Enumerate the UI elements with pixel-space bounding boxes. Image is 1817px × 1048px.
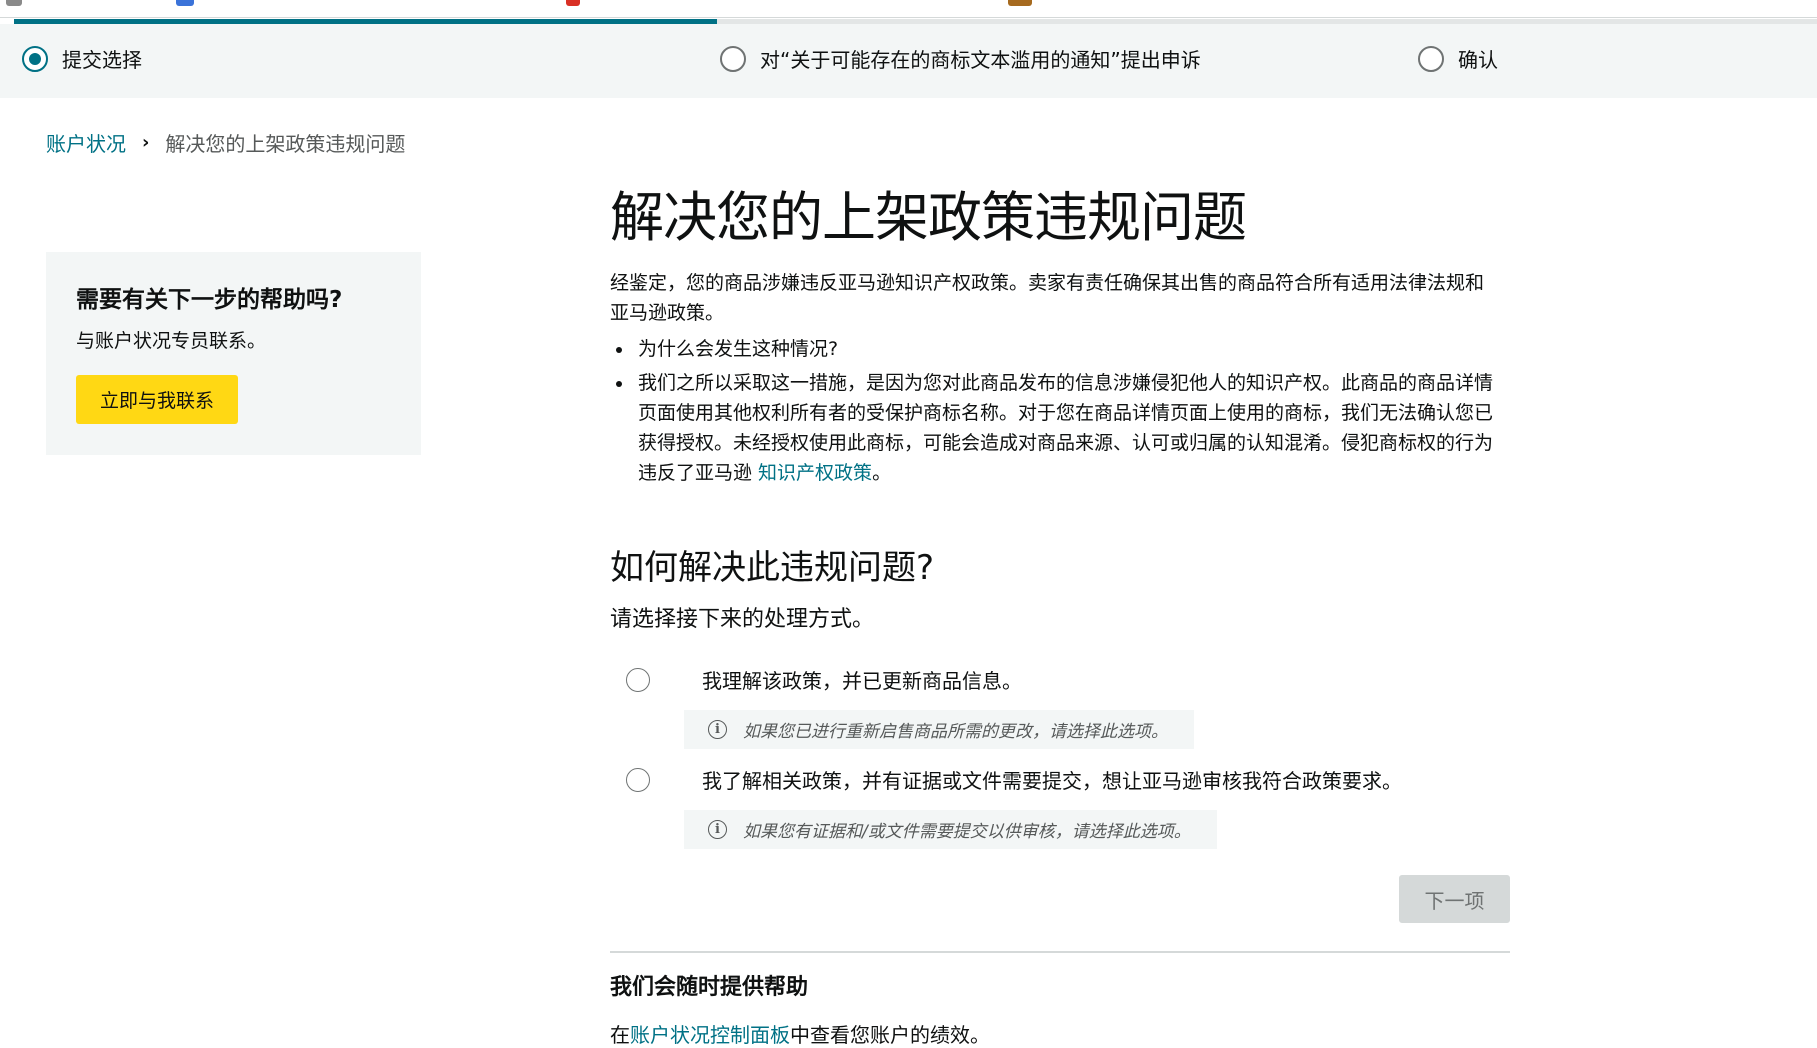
option-label[interactable]: 我理解该政策，并已更新商品信息。: [702, 665, 1022, 694]
why-question: 为什么会发生这种情况?: [638, 338, 839, 360]
step-label: 确认: [1458, 48, 1498, 72]
page-title: 解决您的上架政策违规问题: [610, 186, 1247, 249]
step-appeal: 对“关于可能存在的商标文本滥用的通知”提出申诉: [720, 44, 1201, 73]
radio-button[interactable]: [626, 767, 650, 792]
contact-me-button[interactable]: 立即与我联系: [76, 375, 239, 424]
option-label[interactable]: 我了解相关政策，并有证据或文件需要提交，想让亚马逊审核我符合政策要求。: [702, 765, 1402, 794]
step-label: 对“关于可能存在的商标文本滥用的通知”提出申诉: [760, 48, 1201, 72]
help-title: 需要有关下一步的帮助吗?: [76, 287, 343, 313]
browser-tab-strip: [0, 0, 1817, 18]
step-submit-choice: 提交选择: [22, 44, 142, 73]
breadcrumb: 账户状况 › 解决您的上架政策违规问题: [46, 128, 405, 157]
breadcrumb-current: 解决您的上架政策违规问题: [165, 132, 406, 156]
breadcrumb-account-health-link[interactable]: 账户状况: [46, 128, 126, 157]
list-item: 为什么会发生这种情况?: [634, 334, 1510, 364]
hint-text: 如果您有证据和/或文件需要提交以供审核，请选择此选项。: [743, 822, 1191, 842]
stepper: 提交选择 对“关于可能存在的商标文本滥用的通知”提出申诉 确认: [0, 24, 1817, 98]
list-item: 我们之所以采取这一措施，是因为您对此商品发布的信息涉嫌侵犯他人的知识产权。此商品…: [634, 368, 1510, 488]
next-button[interactable]: 下一项: [1399, 875, 1510, 923]
option-updated-listing[interactable]: 我理解该政策，并已更新商品信息。: [626, 665, 1510, 694]
step-active-radio-icon: [22, 45, 48, 72]
next-row: 下一项: [610, 875, 1510, 923]
chevron-right-icon: ›: [142, 132, 150, 153]
resolve-subtitle: 请选择接下来的处理方式。: [610, 607, 875, 632]
option-hint: i 如果您有证据和/或文件需要提交以供审核，请选择此选项。: [684, 810, 1217, 849]
tab-stub[interactable]: [176, 0, 194, 6]
radio-button[interactable]: [626, 667, 650, 692]
tab-stub[interactable]: [1008, 0, 1032, 6]
divider: [610, 951, 1510, 953]
option-hint: i 如果您已进行重新启售商品所需的更改，请选择此选项。: [684, 710, 1194, 749]
account-health-dashboard-link[interactable]: 账户状况控制面板: [630, 1023, 790, 1047]
info-icon: i: [708, 720, 727, 739]
step-confirm: 确认: [1418, 44, 1498, 73]
tab-stub[interactable]: [566, 0, 580, 6]
ip-policy-link[interactable]: 知识产权政策: [758, 462, 872, 484]
footer-title: 我们会随时提供帮助: [610, 975, 809, 1000]
help-card: 需要有关下一步的帮助吗? 与账户状况专员联系。 立即与我联系: [46, 252, 421, 455]
reason-list: 为什么会发生这种情况? 我们之所以采取这一措施，是因为您对此商品发布的信息涉嫌侵…: [610, 334, 1510, 488]
resolve-title: 如何解决此违规问题?: [610, 548, 935, 588]
main-content: 解决您的上架政策违规问题 经鉴定，您的商品涉嫌违反亚马逊知识产权政策。卖家有责任…: [610, 165, 1510, 1048]
reason-end: 。: [872, 462, 892, 484]
footer-prefix: 在: [610, 1023, 630, 1047]
step-label: 提交选择: [62, 48, 142, 72]
footer-suffix: 中查看您账户的绩效。: [790, 1023, 990, 1047]
info-icon: i: [708, 820, 727, 839]
footer-text: 在账户状况控制面板中查看您账户的绩效。: [610, 1019, 1510, 1048]
intro-text: 经鉴定，您的商品涉嫌违反亚马逊知识产权政策。卖家有责任确保其出售的商品符合所有适…: [610, 272, 1485, 324]
step-radio-icon: [1418, 45, 1444, 72]
help-text: 与账户状况专员联系。: [76, 330, 267, 352]
hint-text: 如果您已进行重新启售商品所需的更改，请选择此选项。: [743, 722, 1168, 742]
step-radio-icon: [720, 45, 746, 72]
tab-stub[interactable]: [6, 0, 22, 6]
option-submit-evidence[interactable]: 我了解相关政策，并有证据或文件需要提交，想让亚马逊审核我符合政策要求。: [626, 765, 1510, 794]
